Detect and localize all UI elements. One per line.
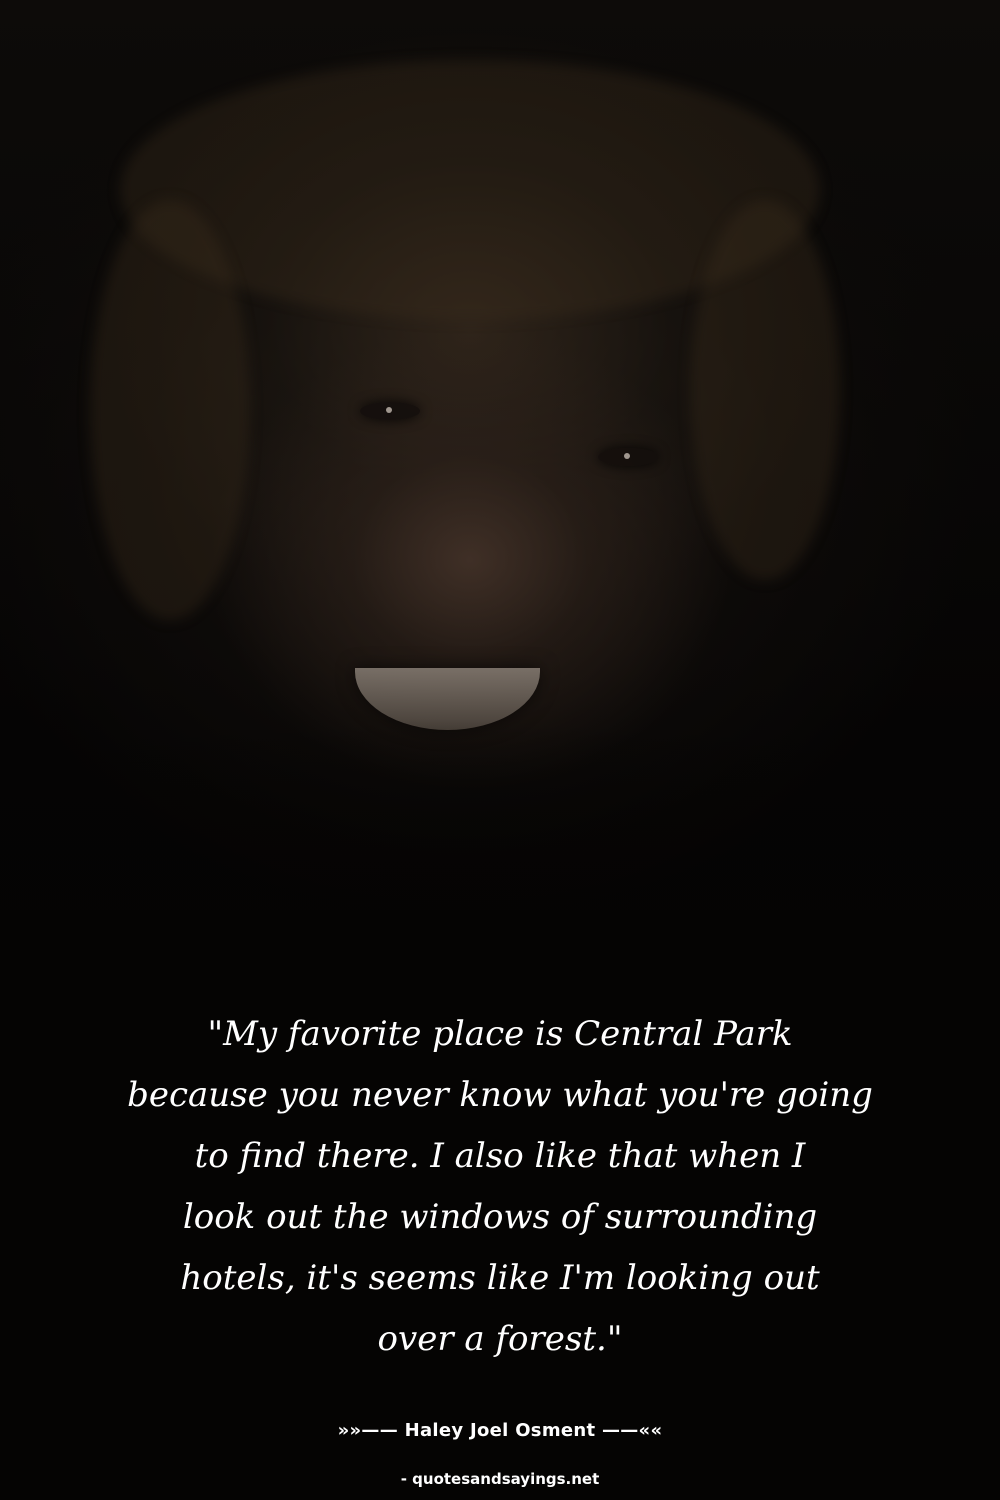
- quote-text: "My favorite place is Central Park becau…: [127, 1014, 873, 1359]
- portrait-photo: [0, 0, 1000, 980]
- author-name: »»—— Haley Joel Osment ——««: [337, 1420, 663, 1441]
- left-eye: [360, 402, 420, 420]
- portrait-fade: [0, 720, 1000, 980]
- right-eye: [598, 448, 658, 466]
- quote-card: "My favorite place is Central Park becau…: [0, 0, 1000, 1500]
- hair-shape: [90, 200, 250, 620]
- hair-shape: [690, 200, 840, 580]
- source-credit: - quotesandsayings.net: [400, 1470, 600, 1488]
